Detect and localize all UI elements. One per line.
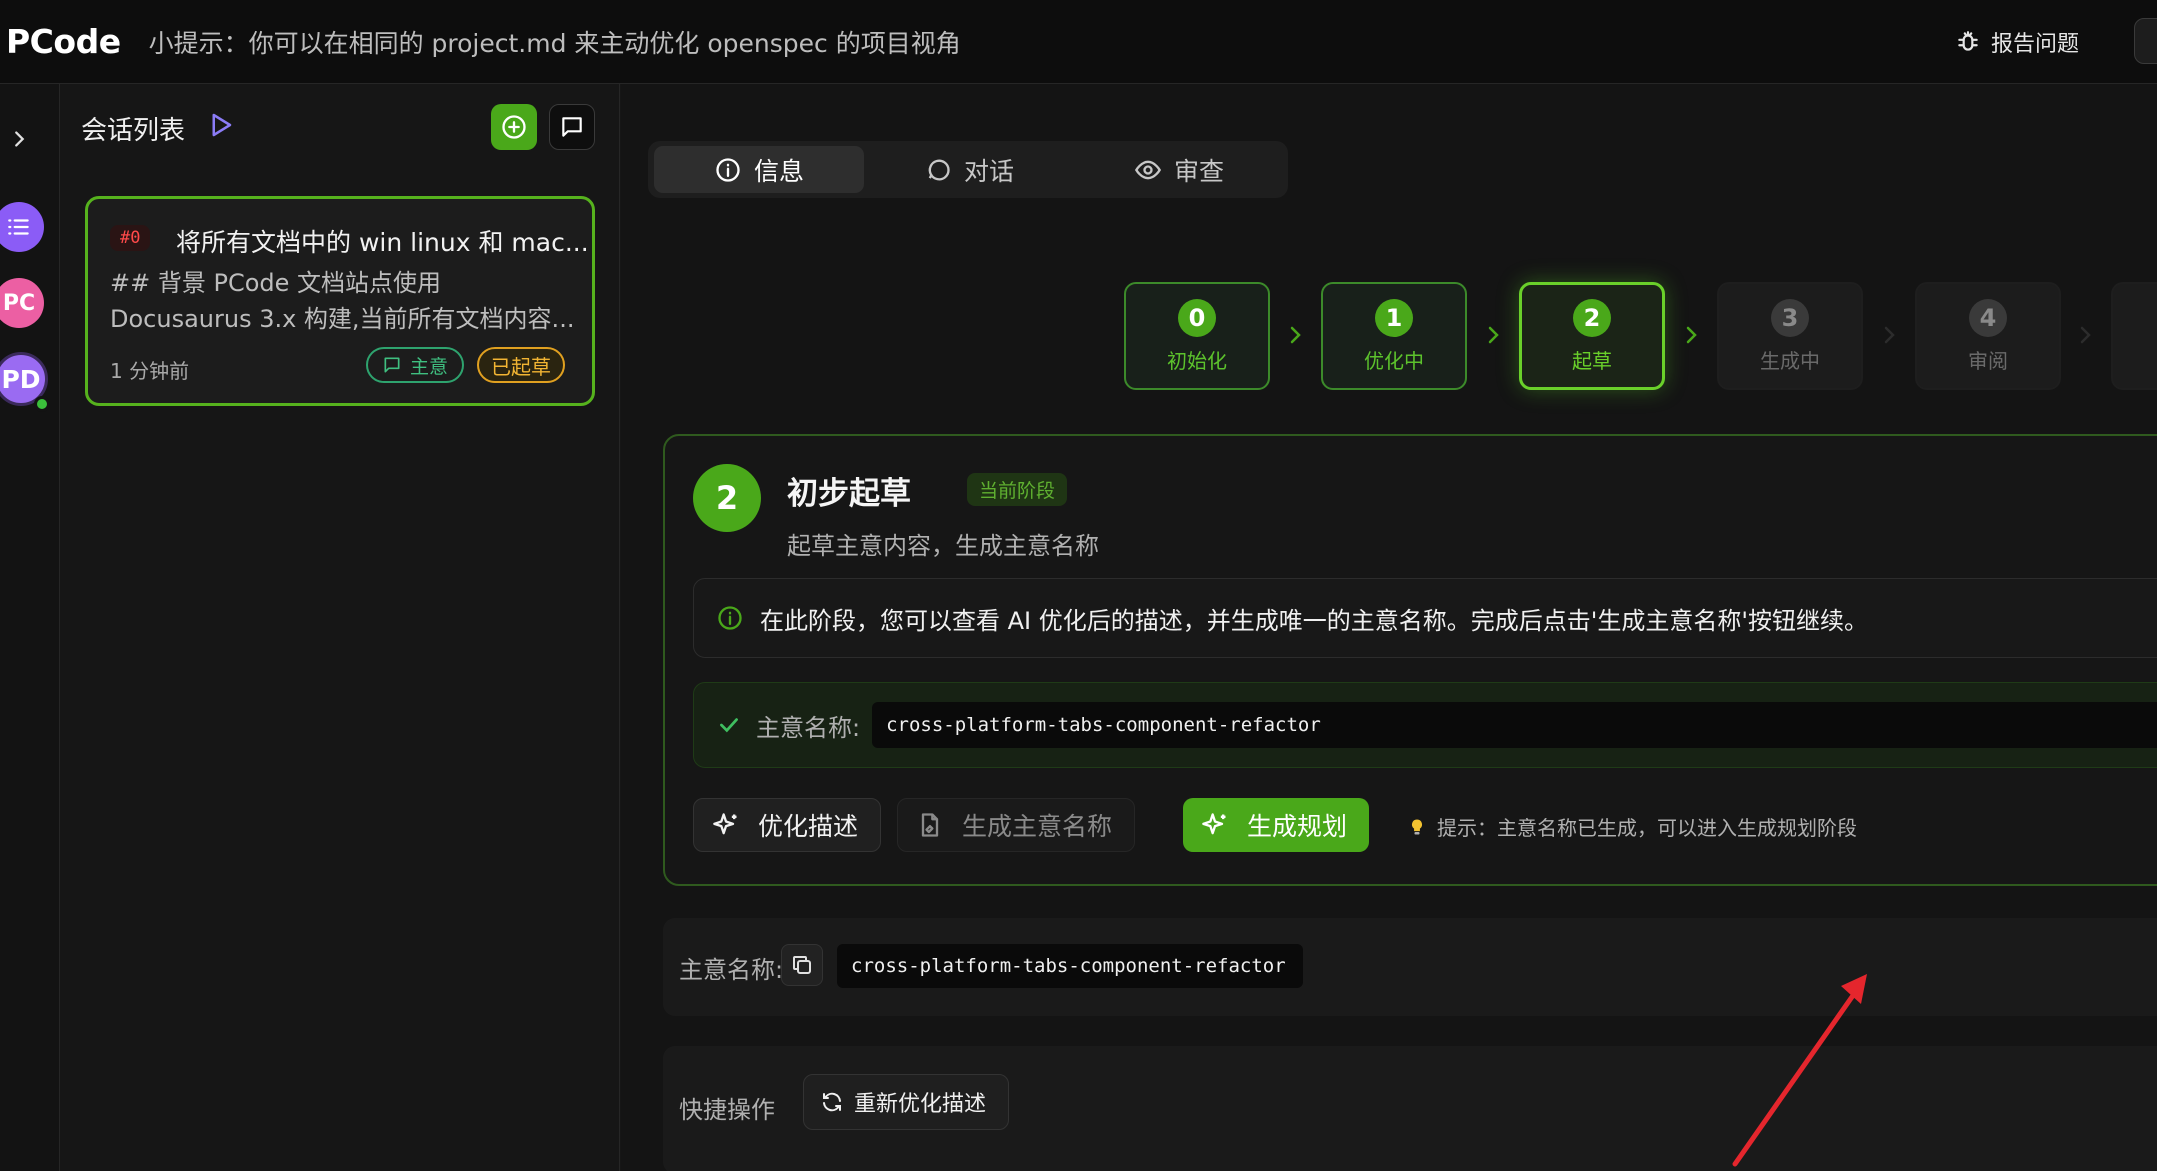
- session-list-title: 会话列表: [81, 116, 186, 146]
- topic-summary-label: 主意名称:: [679, 956, 784, 984]
- step-init-number: 0: [1178, 298, 1216, 337]
- session-tag: #0: [110, 225, 151, 251]
- tab-info-label: 信息: [753, 156, 804, 186]
- chevron-right-icon: [1488, 326, 1499, 344]
- top-bar: PCode 小提示：你可以在相同的 project.md 来主动优化 opens…: [0, 0, 2157, 84]
- reoptimize-description-button[interactable]: 重新优化描述: [803, 1074, 1009, 1130]
- lightbulb-icon: [1411, 818, 1423, 834]
- copy-icon: [793, 956, 811, 974]
- topic-name-value[interactable]: cross-platform-tabs-component-refactor: [872, 702, 2157, 748]
- chevron-right-icon: [2080, 326, 2091, 344]
- stage-hint: 提示：主意名称已生成，可以进入生成规划阶段: [1407, 812, 1857, 841]
- stage-notice-text: 在此阶段，您可以查看 AI 优化后的描述，并生成唯一的主意名称。完成后点击'生成…: [760, 606, 1868, 635]
- report-issue-label: 报告问题: [1991, 32, 2080, 57]
- generate-topic-name-label: 生成主意名称: [962, 812, 1113, 841]
- step-review-number: 4: [1969, 298, 2007, 337]
- stage-panel: 2 初步起草 当前阶段 起草主意内容，生成主意名称 在此阶段，您可以查看 AI …: [663, 434, 2157, 886]
- topic-name-summary: 主意名称: cross-platform-tabs-component-refa…: [663, 918, 2157, 1016]
- report-issue-button[interactable]: 报告问题: [1955, 26, 2079, 58]
- tab-review[interactable]: 审查: [1074, 146, 1284, 193]
- message-circle-icon: [928, 159, 950, 181]
- step-generating-number: 3: [1771, 298, 1809, 337]
- quick-actions-label: 快捷操作: [679, 1096, 775, 1124]
- topic-name-label: 主意名称:: [756, 713, 861, 742]
- step-init[interactable]: 0 初始化: [1124, 282, 1270, 390]
- generate-plan-button[interactable]: 生成规划: [1183, 798, 1369, 852]
- stage-title: 初步起草: [787, 476, 911, 512]
- topic-name-row: 主意名称: cross-platform-tabs-component-refa…: [693, 682, 2157, 768]
- list-view-icon[interactable]: [0, 202, 44, 252]
- stage-hint-text: 提示：主意名称已生成，可以进入生成规划阶段: [1437, 816, 1857, 840]
- optimize-description-button[interactable]: 优化描述: [693, 798, 881, 852]
- brand-logo[interactable]: PCode: [6, 22, 121, 61]
- step-review[interactable]: 4 审阅: [1915, 282, 2061, 390]
- check-icon: [720, 718, 738, 733]
- session-preview-line-1: ## 背景 PCode 文档站点使用: [110, 269, 442, 297]
- current-stage-badge: 当前阶段: [967, 473, 1068, 506]
- session-list-panel: 会话列表 #0 将所有文档中的 win linux 和 mac... ## 背景…: [61, 84, 620, 1171]
- main-content: 信息 对话 审查 0 初始化 1 优化中 2 起草 3 生成中 4 审阅 2 初…: [621, 84, 2157, 1171]
- step-optimizing-label: 优化中: [1364, 348, 1424, 373]
- message-square-icon: [562, 117, 582, 137]
- stage-subtitle: 起草主意内容，生成主意名称: [787, 532, 1099, 560]
- stage-number: 2: [693, 464, 761, 532]
- avatar-pc[interactable]: PC: [0, 278, 44, 328]
- reoptimize-description-label: 重新优化描述: [854, 1092, 987, 1117]
- sparkles-icon: [1202, 813, 1226, 835]
- step-optimizing-number: 1: [1375, 298, 1413, 337]
- header-tip: 小提示：你可以在相同的 project.md 来主动优化 openspec 的项…: [148, 28, 961, 58]
- tab-chat[interactable]: 对话: [864, 146, 1074, 193]
- eye-icon: [1134, 160, 1161, 179]
- info-icon: [718, 606, 742, 630]
- stage-notice: 在此阶段，您可以查看 AI 优化后的描述，并生成唯一的主意名称。完成后点击'生成…: [693, 578, 2157, 658]
- play-icon[interactable]: [205, 110, 235, 140]
- session-time: 1 分钟前: [110, 359, 190, 383]
- chevron-right-icon: [1884, 326, 1895, 344]
- step-review-label: 审阅: [1968, 348, 2008, 373]
- session-title: 将所有文档中的 win linux 和 mac...: [176, 228, 586, 257]
- copy-button[interactable]: [781, 944, 823, 986]
- step-drafting-label: 起草: [1572, 348, 1612, 373]
- generate-plan-label: 生成规划: [1247, 812, 1348, 841]
- step-init-label: 初始化: [1167, 348, 1227, 373]
- step-optimizing[interactable]: 1 优化中: [1321, 282, 1467, 390]
- step-generating[interactable]: 3 生成中: [1717, 282, 1863, 390]
- bug-icon: [1958, 31, 1978, 51]
- sparkles-icon: [713, 813, 737, 835]
- step-drafting-number: 2: [1573, 298, 1611, 337]
- app-root: PCode 小提示：你可以在相同的 project.md 来主动优化 opens…: [0, 0, 2157, 1171]
- header-edge-button[interactable]: [2134, 18, 2157, 64]
- new-session-button[interactable]: [491, 104, 537, 150]
- plus-circle-icon: [502, 115, 526, 139]
- message-square-icon: [384, 357, 400, 373]
- status-badge: 已起草: [477, 347, 565, 383]
- tab-chat-label: 对话: [963, 156, 1014, 186]
- quick-actions: 快捷操作 重新优化描述: [663, 1046, 2157, 1171]
- info-icon: [716, 157, 740, 182]
- online-status-dot: [34, 396, 50, 412]
- topic-summary-value[interactable]: cross-platform-tabs-component-refactor: [837, 944, 1303, 988]
- tab-info[interactable]: 信息: [654, 146, 864, 193]
- tab-review-label: 审查: [1173, 156, 1224, 186]
- step-drafting[interactable]: 2 起草: [1519, 282, 1665, 390]
- refresh-icon: [823, 1092, 841, 1112]
- chevron-right-icon[interactable]: [8, 128, 30, 150]
- chat-button[interactable]: [549, 104, 595, 150]
- step-next-partial[interactable]: [2111, 282, 2157, 390]
- chevron-right-icon: [1290, 326, 1301, 344]
- file-signature-icon: [921, 813, 939, 837]
- step-generating-label: 生成中: [1760, 348, 1820, 373]
- session-preview-line-2: Docusaurus 3.x 构建,当前所有文档内容...: [110, 305, 575, 333]
- chevron-right-icon: [1686, 326, 1697, 344]
- session-card[interactable]: #0 将所有文档中的 win linux 和 mac... ## 背景 PCod…: [85, 196, 595, 406]
- topic-badge-label: 主意: [410, 355, 449, 378]
- generate-topic-name-button[interactable]: 生成主意名称: [897, 798, 1135, 852]
- optimize-description-label: 优化描述: [758, 812, 859, 841]
- icon-rail: PC PD: [0, 84, 60, 1171]
- topic-badge: 主意: [366, 347, 465, 383]
- tab-bar: 信息 对话 审查: [648, 141, 1288, 198]
